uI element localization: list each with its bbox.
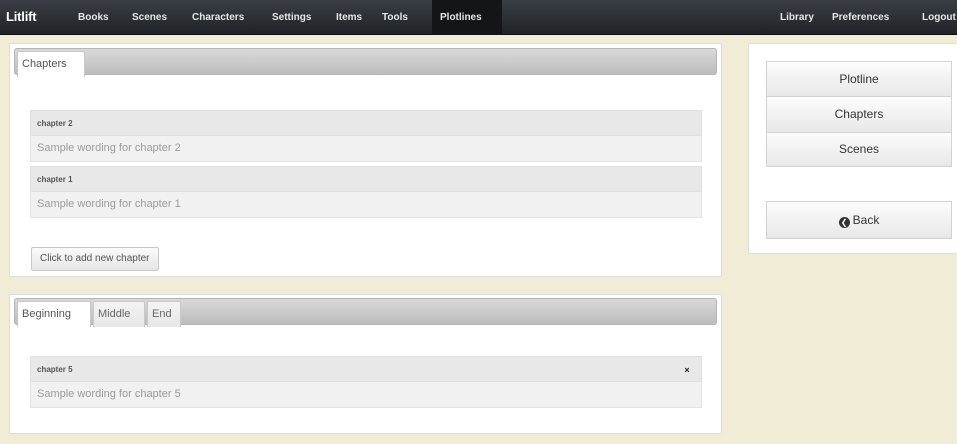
chapters-panel: Chapters chapter 2 Sample wording for ch…	[9, 43, 722, 277]
close-icon[interactable]: ×	[683, 366, 691, 375]
add-chapter-button[interactable]: Click to add new chapter	[31, 247, 159, 271]
side-menu-scenes[interactable]: Scenes	[766, 133, 952, 167]
side-menu-chapters[interactable]: Chapters	[766, 97, 952, 133]
tab-chapters[interactable]: Chapters	[17, 51, 85, 77]
chapter-card[interactable]: chapter 1 Sample wording for chapter 1	[30, 166, 702, 218]
nav-item-library[interactable]: Library	[778, 0, 816, 35]
chapter-title: chapter 2	[30, 110, 702, 136]
chapter-text: Sample wording for chapter 2	[30, 136, 702, 162]
nav-item-logout[interactable]: Logout	[920, 0, 957, 35]
back-circle-arrow-icon: ❮	[838, 217, 850, 228]
chapters-tabbar: Chapters	[14, 48, 717, 77]
tab-middle[interactable]: Middle	[93, 301, 145, 327]
chapter-text: Sample wording for chapter 5	[30, 382, 702, 408]
nav-item-plotlines[interactable]: Plotlines	[432, 0, 502, 35]
back-label: Back	[852, 213, 880, 227]
tab-end[interactable]: End	[147, 301, 181, 327]
nav-item-items[interactable]: Items	[334, 0, 364, 35]
plotline-panel: Beginning Middle End chapter 5 × Sample …	[9, 294, 722, 434]
top-navbar: Litlift Books Scenes Characters Settings…	[0, 0, 957, 35]
chapter-title: chapter 1	[30, 166, 702, 192]
back-button[interactable]: ❮ Back	[766, 201, 952, 239]
nav-item-settings[interactable]: Settings	[270, 0, 313, 35]
nav-item-tools[interactable]: Tools	[380, 0, 410, 35]
chapter-text: Sample wording for chapter 1	[30, 192, 702, 218]
brand-logo[interactable]: Litlift	[6, 0, 37, 35]
plot-tabbar: Beginning Middle End	[14, 298, 717, 327]
nav-item-books[interactable]: Books	[76, 0, 111, 35]
side-menu-plotline[interactable]: Plotline	[766, 61, 952, 97]
nav-item-characters[interactable]: Characters	[190, 0, 246, 35]
tab-beginning[interactable]: Beginning	[17, 301, 91, 327]
chapter-title: chapter 5	[37, 365, 73, 374]
chapter-title-row: chapter 5 ×	[30, 356, 702, 382]
chapter-card[interactable]: chapter 2 Sample wording for chapter 2	[30, 110, 702, 162]
nav-item-scenes[interactable]: Scenes	[130, 0, 169, 35]
nav-item-preferences[interactable]: Preferences	[830, 0, 891, 35]
chapter-card[interactable]: chapter 5 × Sample wording for chapter 5	[30, 356, 702, 408]
